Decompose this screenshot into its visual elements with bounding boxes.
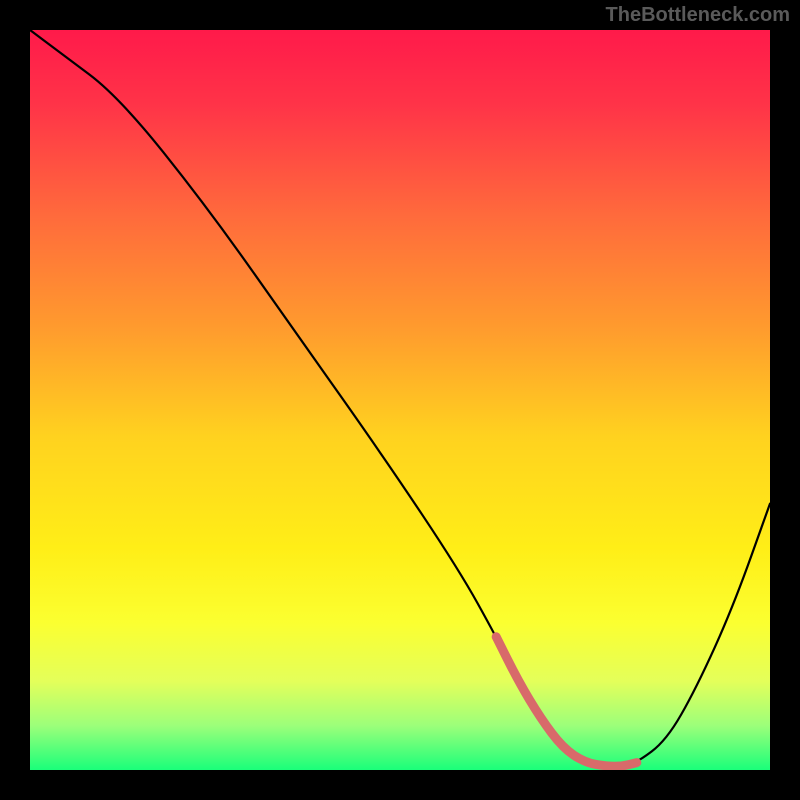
watermark-label: TheBottleneck.com [606, 4, 790, 27]
bottleneck-curve [30, 30, 770, 766]
plot-area [30, 30, 770, 770]
optimal-range-marker [496, 637, 637, 767]
curve-layer [30, 30, 770, 770]
chart-container: TheBottleneck.com [0, 0, 800, 800]
